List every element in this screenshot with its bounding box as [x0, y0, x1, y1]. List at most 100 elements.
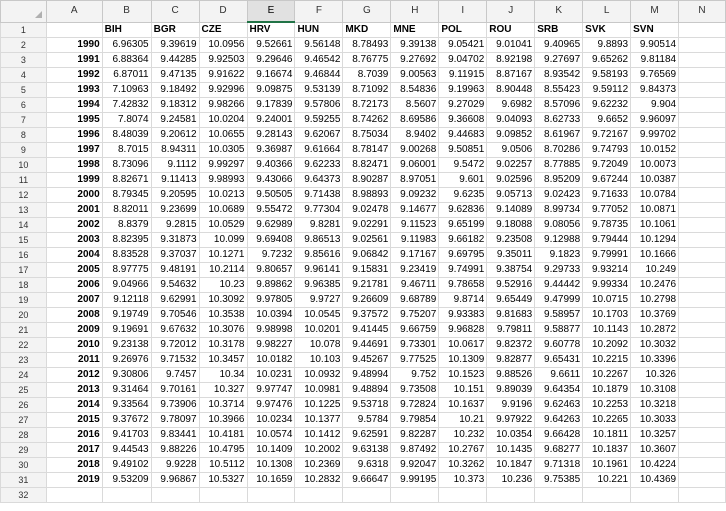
cell[interactable] [342, 487, 392, 503]
value-cell[interactable]: 9.05421 [438, 37, 488, 53]
cell[interactable] [678, 37, 726, 53]
value-cell[interactable]: 10.373 [438, 472, 488, 488]
year-cell[interactable]: 1994 [45, 97, 103, 113]
value-cell[interactable]: 9.97805 [246, 292, 296, 308]
value-cell[interactable]: 10.249 [630, 262, 680, 278]
value-cell[interactable]: 9.46542 [294, 52, 344, 68]
value-cell[interactable]: 10.3262 [438, 457, 488, 473]
value-cell[interactable]: 9.36608 [438, 112, 488, 128]
value-cell[interactable]: 9.98227 [246, 337, 296, 353]
value-cell[interactable]: 9.23419 [390, 262, 440, 278]
value-cell[interactable]: 9.11915 [438, 67, 488, 83]
row-header[interactable]: 21 [0, 322, 47, 338]
value-cell[interactable]: 9.71633 [582, 187, 632, 203]
value-cell[interactable]: 9.11523 [390, 217, 440, 233]
value-cell[interactable]: 9.60778 [534, 337, 584, 353]
value-cell[interactable]: 10.0655 [198, 127, 248, 143]
value-cell[interactable]: 9.58193 [582, 67, 632, 83]
value-cell[interactable]: 9.86513 [294, 232, 344, 248]
cell[interactable] [678, 247, 726, 263]
year-cell[interactable]: 2003 [45, 232, 103, 248]
row-header[interactable]: 28 [0, 427, 47, 443]
value-cell[interactable]: 9.52661 [246, 37, 296, 53]
column-header-n[interactable]: N [678, 0, 726, 23]
year-cell[interactable]: 2006 [45, 277, 103, 293]
cell[interactable] [582, 487, 632, 503]
row-header[interactable]: 29 [0, 442, 47, 458]
year-cell[interactable]: 2005 [45, 262, 103, 278]
value-cell[interactable]: 9.18492 [150, 82, 200, 98]
value-cell[interactable]: 9.97476 [246, 397, 296, 413]
value-cell[interactable]: 9.02596 [486, 172, 536, 188]
value-cell[interactable]: 8.93542 [534, 67, 584, 83]
value-cell[interactable]: 9.31464 [101, 382, 152, 398]
cell[interactable] [678, 82, 726, 98]
value-cell[interactable]: 9.78658 [438, 277, 488, 293]
value-cell[interactable]: 10.0981 [294, 382, 344, 398]
value-cell[interactable]: 10.2253 [582, 397, 632, 413]
row-header[interactable]: 22 [0, 337, 47, 353]
value-cell[interactable]: 7.10963 [101, 82, 152, 98]
value-cell[interactable]: 10.236 [486, 472, 536, 488]
value-cell[interactable]: 9.72167 [582, 127, 632, 143]
value-cell[interactable]: 10.0152 [630, 142, 680, 158]
cell[interactable] [390, 487, 440, 503]
value-cell[interactable]: 9.63138 [342, 442, 392, 458]
column-header-h[interactable]: H [390, 0, 440, 23]
value-cell[interactable]: 9.23699 [150, 202, 200, 218]
value-cell[interactable]: 9.20595 [150, 187, 200, 203]
column-header-k[interactable]: K [534, 0, 584, 23]
value-cell[interactable]: 10.1435 [486, 442, 536, 458]
value-cell[interactable]: 9.09852 [486, 127, 536, 143]
cell[interactable] [678, 232, 726, 248]
value-cell[interactable]: 9.904 [630, 97, 680, 113]
value-cell[interactable]: 10.34 [198, 367, 248, 383]
cell[interactable] [198, 487, 248, 503]
cell[interactable] [678, 67, 726, 83]
value-cell[interactable]: 9.81683 [486, 307, 536, 323]
value-cell[interactable]: 9.37572 [342, 307, 392, 323]
cell[interactable] [246, 487, 296, 503]
value-cell[interactable]: 9.58877 [534, 322, 584, 338]
value-cell[interactable]: 9.88226 [150, 442, 200, 458]
value-cell[interactable]: 10.1703 [582, 307, 632, 323]
value-cell[interactable]: 9.59255 [294, 112, 344, 128]
row-header[interactable]: 23 [0, 352, 47, 368]
value-cell[interactable]: 9.62591 [342, 427, 392, 443]
value-cell[interactable]: 9.77525 [390, 352, 440, 368]
value-cell[interactable]: 9.91622 [198, 67, 248, 83]
year-cell[interactable]: 2016 [45, 427, 103, 443]
column-header-d[interactable]: D [198, 0, 248, 23]
value-cell[interactable]: 9.98993 [198, 172, 248, 188]
value-cell[interactable]: 8.77885 [534, 157, 584, 173]
row-header[interactable]: 10 [0, 157, 47, 173]
column-header-f[interactable]: F [294, 0, 344, 23]
value-cell[interactable]: 10.2369 [294, 457, 344, 473]
value-cell[interactable]: 9.14677 [390, 202, 440, 218]
value-cell[interactable]: 9.16674 [246, 67, 296, 83]
value-cell[interactable]: 9.72824 [390, 397, 440, 413]
value-cell[interactable]: 9.00268 [390, 142, 440, 158]
value-cell[interactable]: 9.57806 [294, 97, 344, 113]
value-cell[interactable]: 8.97051 [390, 172, 440, 188]
cell[interactable] [150, 487, 200, 503]
value-cell[interactable]: 10.0234 [246, 412, 296, 428]
cell[interactable] [486, 487, 536, 503]
value-cell[interactable]: 8.5607 [390, 97, 440, 113]
value-cell[interactable]: 9.7457 [150, 367, 200, 383]
year-cell[interactable]: 2009 [45, 322, 103, 338]
cell[interactable] [678, 277, 726, 293]
value-cell[interactable]: 9.36987 [246, 142, 296, 158]
value-cell[interactable]: 9.48994 [342, 367, 392, 383]
value-cell[interactable]: 9.70546 [150, 307, 200, 323]
value-cell[interactable]: 9.93383 [438, 307, 488, 323]
value-cell[interactable]: 8.73096 [101, 157, 152, 173]
column-header-c[interactable]: C [150, 0, 200, 23]
cell[interactable] [678, 307, 726, 323]
value-cell[interactable]: 9.80657 [246, 262, 296, 278]
value-cell[interactable]: 9.44683 [438, 127, 488, 143]
value-cell[interactable]: 9.99702 [630, 127, 680, 143]
value-cell[interactable]: 6.87011 [101, 67, 152, 83]
value-cell[interactable]: 10.1061 [630, 217, 680, 233]
value-cell[interactable]: 9.56148 [294, 37, 344, 53]
